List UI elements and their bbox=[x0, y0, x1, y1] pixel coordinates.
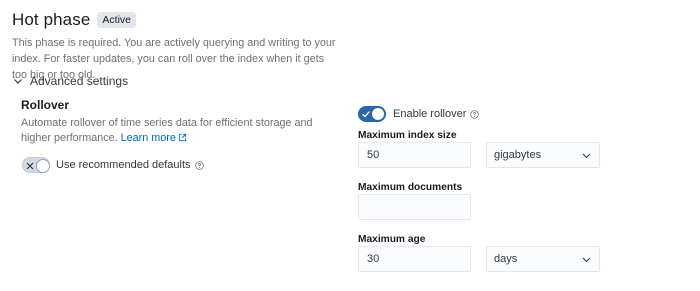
rollover-title: Rollover bbox=[21, 98, 70, 112]
phase-header: Hot phase Active bbox=[12, 10, 136, 30]
rollover-description: Automate rollover of time series data fo… bbox=[21, 116, 321, 146]
index-size-unit-select[interactable]: gigabytes bbox=[486, 142, 600, 168]
max-age-label: Maximum age bbox=[358, 234, 426, 245]
age-unit-value: days bbox=[494, 253, 518, 265]
max-documents-label: Maximum documents bbox=[358, 182, 463, 193]
max-age-input[interactable] bbox=[358, 246, 471, 272]
cross-icon bbox=[26, 162, 34, 170]
advanced-settings-toggle[interactable]: Advanced settings bbox=[12, 74, 128, 88]
switch-knob bbox=[36, 159, 50, 173]
enable-rollover-switch[interactable] bbox=[358, 106, 386, 122]
check-icon bbox=[362, 111, 370, 118]
status-badge: Active bbox=[97, 12, 136, 28]
learn-more-link[interactable]: Learn more bbox=[121, 132, 187, 144]
recommended-defaults-row: Use recommended defaults bbox=[22, 157, 204, 173]
recommended-defaults-label: Use recommended defaults bbox=[56, 159, 191, 171]
learn-more-label: Learn more bbox=[120, 132, 176, 144]
age-unit-select[interactable]: days bbox=[486, 246, 600, 272]
chevron-down-icon bbox=[582, 257, 591, 263]
chevron-down-icon bbox=[582, 153, 591, 159]
hot-phase-panel: Hot phase Active This phase is required.… bbox=[0, 0, 700, 291]
max-index-size-input[interactable] bbox=[358, 142, 471, 168]
chevron-down-icon bbox=[14, 79, 22, 84]
help-icon[interactable] bbox=[194, 160, 204, 170]
enable-rollover-label: Enable rollover bbox=[393, 108, 467, 120]
index-size-unit-value: gigabytes bbox=[494, 149, 542, 161]
recommended-defaults-switch[interactable] bbox=[22, 157, 50, 173]
help-icon[interactable] bbox=[470, 109, 480, 119]
external-link-icon bbox=[178, 133, 186, 142]
max-index-size-label: Maximum index size bbox=[358, 130, 457, 141]
switch-knob bbox=[371, 107, 385, 121]
phase-title: Hot phase bbox=[12, 10, 91, 29]
advanced-settings-label: Advanced settings bbox=[30, 74, 129, 88]
max-documents-input[interactable] bbox=[358, 194, 471, 220]
enable-rollover-row: Enable rollover bbox=[358, 106, 480, 122]
